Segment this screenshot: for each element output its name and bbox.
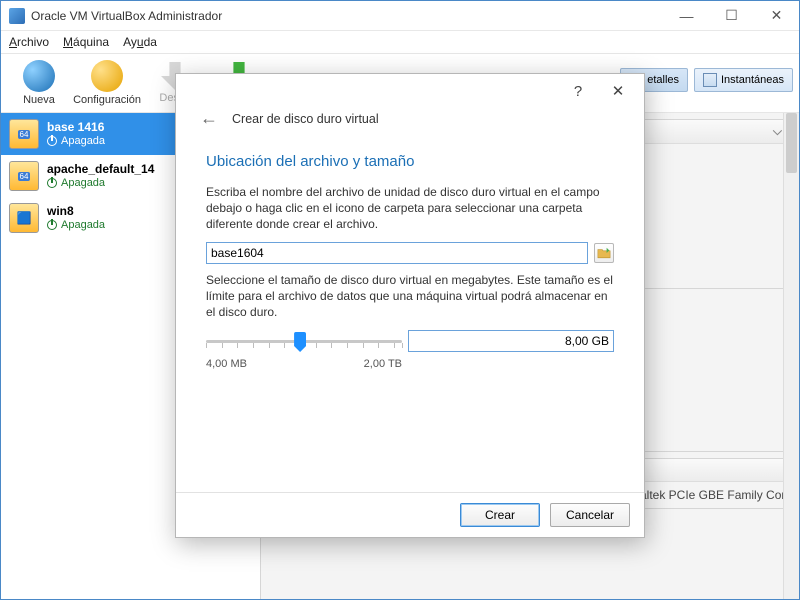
vm-state: Apagada	[47, 134, 105, 148]
vm-name: base 1416	[47, 120, 105, 134]
cancel-button[interactable]: Cancelar	[550, 503, 630, 527]
dialog-header: ← Crear de disco duro virtual	[176, 108, 644, 141]
window-title: Oracle VM VirtualBox Administrador	[31, 9, 664, 23]
scrollbar-thumb[interactable]	[786, 113, 797, 173]
browse-folder-button[interactable]	[594, 243, 614, 263]
power-icon	[47, 136, 57, 146]
os-icon: 64	[9, 161, 39, 191]
camera-icon	[703, 73, 717, 87]
maximize-button[interactable]: ☐	[709, 1, 754, 31]
dialog-help-button[interactable]: ?	[558, 76, 598, 106]
toolbar-new-button[interactable]: Nueva	[5, 58, 73, 108]
close-button[interactable]: ✕	[754, 1, 799, 31]
power-icon	[47, 220, 57, 230]
section-title: Ubicación del archivo y tamaño	[206, 153, 614, 170]
scrollbar[interactable]	[783, 113, 799, 599]
menu-ayuda[interactable]: Ayuda	[123, 35, 157, 49]
slider-min-label: 4,00 MB	[206, 358, 247, 370]
slider-max-label: 2,00 TB	[364, 358, 402, 370]
power-icon	[47, 178, 57, 188]
chevron-down-icon: ⌵	[773, 124, 782, 139]
dialog-close-button[interactable]: ✕	[598, 76, 638, 106]
vm-state: Apagada	[47, 176, 154, 190]
menu-archivo[interactable]: Archivodocument.currentScript.previousEl…	[9, 35, 49, 49]
vm-state: Apagada	[47, 218, 105, 232]
os-icon: 🟦	[9, 203, 39, 233]
size-slider[interactable]	[206, 330, 402, 354]
folder-icon	[597, 246, 611, 260]
menu-maquina[interactable]: Máquina	[63, 35, 109, 49]
vm-name: win8	[47, 204, 105, 218]
filename-input[interactable]	[206, 242, 588, 264]
dialog-title: Crear de disco duro virtual	[232, 112, 379, 126]
create-button[interactable]: Crear	[460, 503, 540, 527]
toolbar-right: etalles Instantáneas	[620, 68, 793, 92]
size-row: 4,00 MB 2,00 TB	[206, 330, 614, 370]
back-arrow-icon[interactable]: ←	[200, 108, 218, 129]
dialog-titlebar: ? ✕	[176, 74, 644, 108]
new-icon	[23, 60, 55, 92]
toolbar-settings-button[interactable]: Configuración	[73, 58, 141, 108]
app-icon	[9, 8, 25, 24]
dialog-footer: Crear Cancelar	[176, 492, 644, 537]
vm-name: apache_default_14	[47, 162, 154, 176]
dialog-body: Ubicación del archivo y tamaño Escriba e…	[176, 141, 644, 492]
menubar: Archivodocument.currentScript.previousEl…	[1, 31, 799, 53]
snapshots-toggle[interactable]: Instantáneas	[694, 68, 793, 92]
minimize-button[interactable]: —	[664, 1, 709, 31]
size-input[interactable]	[408, 330, 614, 352]
slider-thumb[interactable]	[294, 332, 306, 352]
create-disk-dialog: ? ✕ ← Crear de disco duro virtual Ubicac…	[175, 73, 645, 538]
filename-row	[206, 242, 614, 264]
os-icon: 64	[9, 119, 39, 149]
size-help-text: Seleccione el tamaño de disco duro virtu…	[206, 272, 614, 320]
filename-help-text: Escriba el nombre del archivo de unidad …	[206, 184, 614, 232]
titlebar: Oracle VM VirtualBox Administrador — ☐ ✕	[1, 1, 799, 31]
gear-icon	[91, 60, 123, 92]
